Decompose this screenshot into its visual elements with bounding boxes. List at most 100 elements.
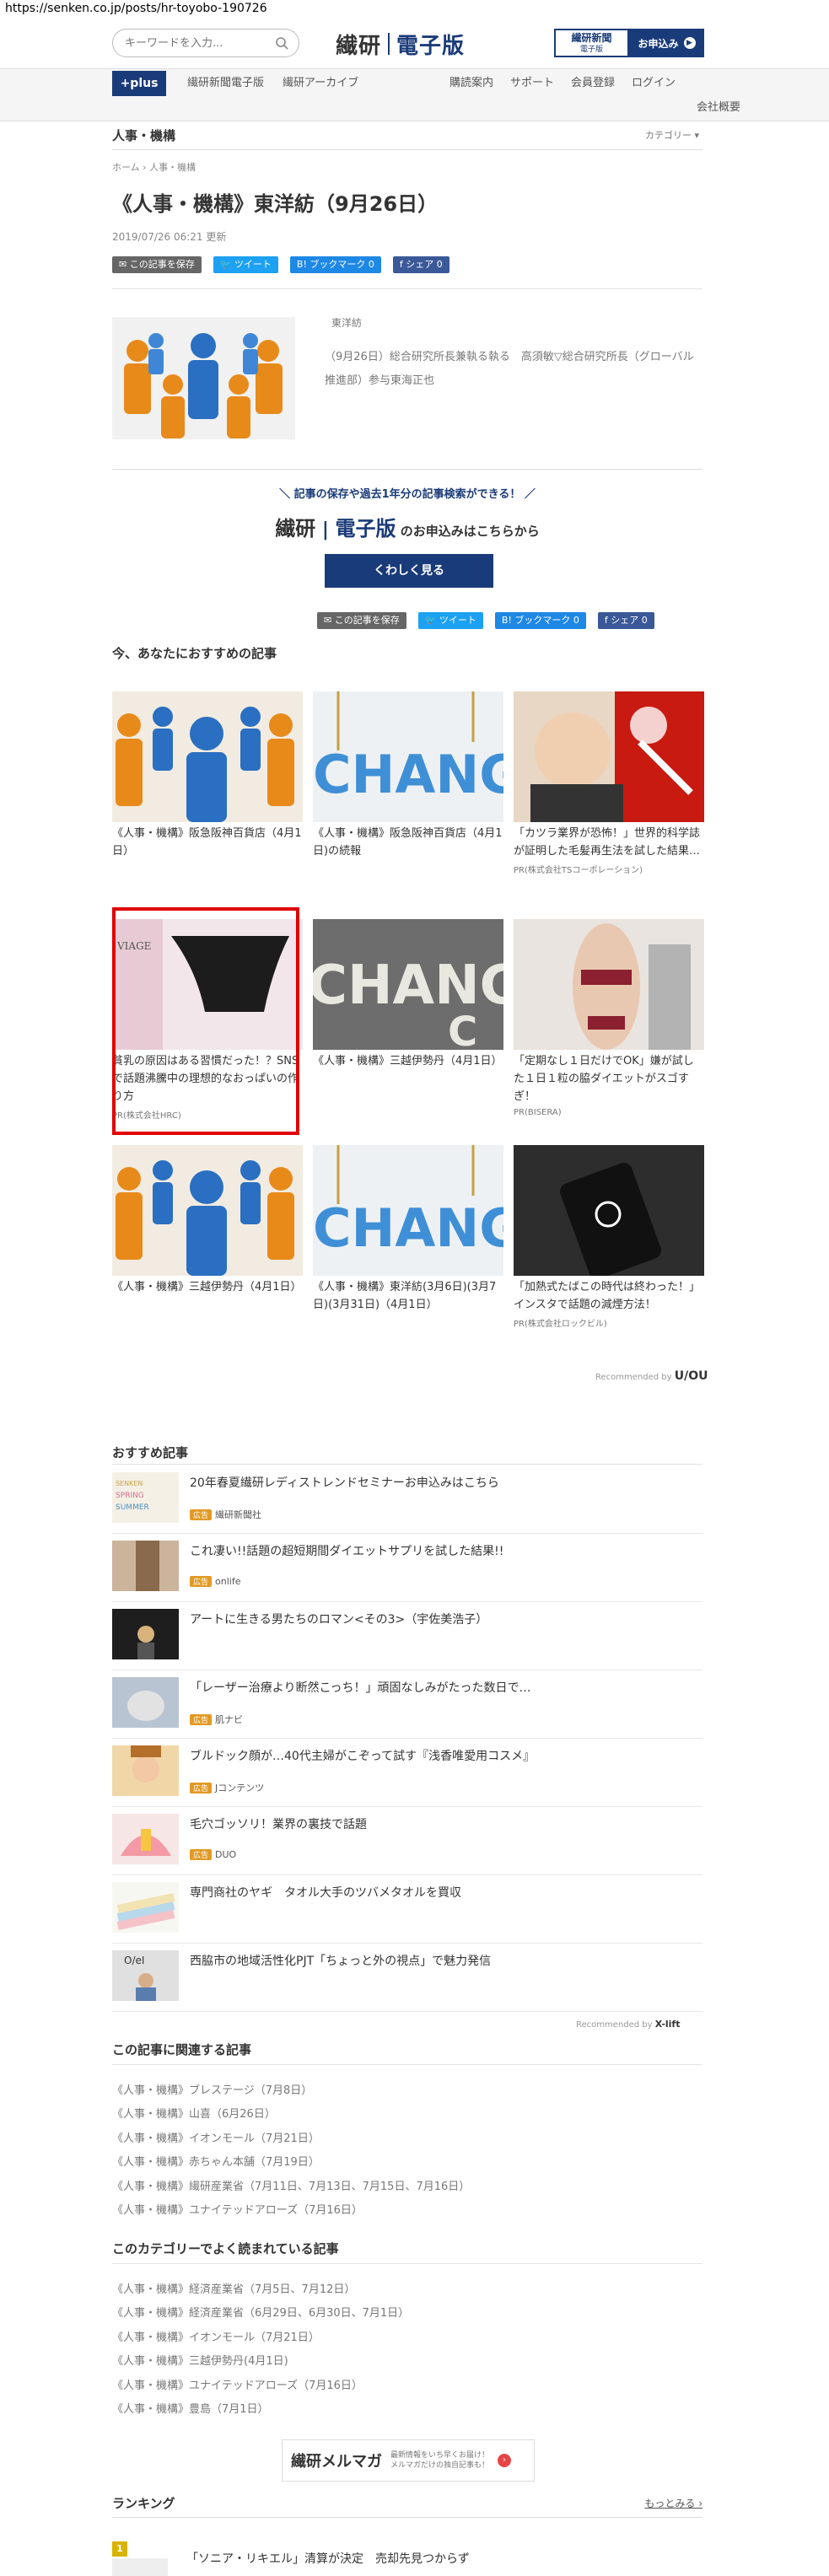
mailmag-banner[interactable]: 繊研メルマガ 最新情報をいち早くお届け！ メルマガだけの独自記事も！ › [282,2439,535,2482]
hatena-label: B! ブックマーク [296,259,366,270]
rec-card-image [514,919,704,1050]
plus-button[interactable]: +plus [112,71,166,96]
osusume-thumb [112,1814,179,1864]
osusume-thumb [112,1541,179,1591]
osusume-item-6[interactable]: 毛穴ゴッソリ！業界の裏技で話題 広告 DUO [112,1807,702,1875]
svg-text:SUMMER: SUMMER [116,1503,149,1512]
search-icon[interactable] [275,36,288,50]
related-item[interactable]: 《人事・機構》山喜（6月26日） [112,2103,470,2127]
hatena-button[interactable]: B! ブックマーク 0 [289,256,381,273]
osusume-thumb: O/eI [112,1950,179,2001]
hatena-button-2[interactable]: B! ブックマーク 0 [494,612,586,629]
rec-card-image: CHANG [313,691,503,822]
source-name: onlife [215,1576,241,1587]
search-box[interactable] [112,29,299,57]
nav-item-register[interactable]: 会員登録 [571,71,615,96]
article-title: 《人事・機構》東洋紡（9月26日） [112,192,439,216]
osusume-title: ブルドック顔が…40代主婦がこぞって試す『浅香唯愛用コスメ』 [190,1750,536,1763]
osusume-thumb [112,1609,179,1659]
rec-card-caption: 《人事・機構》三越伊勢丹（4月1日） [112,1281,302,1293]
promo-logo-line: 繊研 | 電子版 のお申込みはこちらから [275,516,540,540]
nav-item-company[interactable]: 会社概要 [697,98,740,118]
promo-logo-right: 電子版 [335,516,396,540]
save-article-button[interactable]: ✉ この記事を保存 [112,256,202,273]
search-input[interactable] [113,30,265,56]
rec-card-3[interactable]: 「カツラ業界が恐怖！」世界的科学誌が証明した毛髪再生法を試した結果… PR(株式… [514,691,704,875]
osusume-item-2[interactable]: これ凄い!!話題の超短期間ダイエットサプリを試した結果!! 広告 onlife [112,1534,702,1602]
rec-card-5[interactable]: CHANG C 《人事・機構》三越伊勢丹（4月1日） [313,919,503,1070]
rec-card-9[interactable]: 「加熱式たばこの時代は終わった！」インスタで話題の減煙方法！ PR(株式会社ロッ… [514,1145,704,1329]
nav-item-archive[interactable]: 繊研アーカイブ [283,71,358,96]
nav-left: 繊研新聞電子版 繊研アーカイブ [187,71,358,96]
popular-item[interactable]: 《人事・機構》豊島（7月1日） [112,2398,409,2422]
facebook-label: シェア [406,259,434,270]
tweet-button[interactable]: 🐦 ツイート [213,256,278,273]
popular-list: 《人事・機構》経済産業省（7月5日、7月12日） 《人事・機構》経済産業省（6月… [112,2278,409,2422]
related-item[interactable]: 《人事・機構》赤ちゃん本舗（7月19日） [112,2151,470,2175]
rec-card-2[interactable]: CHANG 《人事・機構》阪急阪神百貨店（4月1日)の続報 [313,691,503,860]
popular-item[interactable]: 《人事・機構》三越伊勢丹(4月1日) [112,2350,409,2374]
osusume-title: 専門商社のヤギ タオル大手のツバメタオルを買収 [190,1886,461,1900]
rec-card-1[interactable]: 《人事・機構》阪急阪神百貨店（4月1日） [112,691,303,860]
related-item[interactable]: 《人事・機構》ユナイテッドアローズ（7月16日） [112,2199,470,2223]
osusume-item-4[interactable]: 「レーザー治療より断然こっち！」頑固なしみがたった数日で… 広告 肌ナビ [112,1670,702,1739]
newspaper-button-sub: 電子版 [579,46,603,54]
popular-item[interactable]: 《人事・機構》イオンモール（7月21日） [112,2326,409,2350]
apply-button[interactable]: お申込み ▶ [629,29,704,57]
divider [112,288,702,289]
related-item[interactable]: 《人事・機構》イオンモール（7月21日） [112,2127,470,2151]
save-article-button-2[interactable]: ✉ この記事を保存 [317,612,406,629]
osusume-item-8[interactable]: O/eI 西脇市の地域活性化PJT「ちょっと外の視点」で魅力発信 [112,1944,702,2012]
nav-item-login[interactable]: ログイン [632,71,676,96]
facebook-share-button-2[interactable]: f シェア 0 [597,612,654,629]
category-dropdown[interactable]: カテゴリー ▾ [645,121,699,150]
uzou-logo[interactable]: U/OU [675,1369,708,1383]
nav-item-digital[interactable]: 繊研新聞電子版 [187,71,264,96]
svg-text:C: C [448,1008,477,1050]
nav-item-subscribe[interactable]: 購読案内 [449,71,493,96]
rec-card-pr: PR(株式会社ロックビル) [514,1320,607,1329]
promo-apply-text: のお申込みはこちらから [400,524,540,539]
breadcrumb-home[interactable]: ホーム [112,162,140,173]
osusume-item-5[interactable]: ブルドック顔が…40代主婦がこぞって試す『浅香唯愛用コスメ』 広告 Jコンテンツ [112,1739,702,1807]
ranking-more-link[interactable]: もっとみる › [644,2489,702,2518]
logo-left-text: 繊研 [336,33,382,59]
digital-promo: ＼ 記事の保存や過去1年分の記事検索ができる！ ／ 繊研 | 電子版 のお申込み… [112,469,702,594]
popular-item[interactable]: 《人事・機構》経済産業省（6月29日、6月30日、7月1日） [112,2302,409,2326]
recommended-by-label: Recommended by [595,1373,672,1382]
rec-card-image [112,1145,303,1276]
osusume-heading: おすすめ記事 [112,1445,189,1460]
rec-card-6[interactable]: 「定期なし１日だけでOK」嫌が試した１日１粒の脇ダイエットがスゴすぎ！ PR(B… [514,919,704,1117]
related-item[interactable]: 《人事・機構》繊研産業省（7月11日、7月13日、7月15日、7月16日） [112,2175,470,2199]
save-label: この記事を保存 [129,259,195,270]
site-header: 繊研 電子版 繊研新聞 電子版 お申込み ▶ [0,19,829,69]
xlift-logo[interactable]: X-lift [655,2019,681,2030]
hatena-count-2: 0 [573,615,579,626]
breadcrumb-category[interactable]: 人事・機構 [149,162,196,173]
tweet-button-2[interactable]: 🐦 ツイート [417,612,483,629]
osusume-item-3[interactable]: アートに生きる男たちのロマン<その3>（宇佐美浩子） [112,1602,702,1670]
nav-item-support[interactable]: サポート [510,71,554,96]
rec-card-image [112,691,303,822]
rec-card-7[interactable]: 《人事・機構》三越伊勢丹（4月1日） [112,1145,303,1296]
osusume-item-1[interactable]: SENKEN SPRING SUMMER 20年春夏繊研レディストレンドセミナーお申… [112,1465,702,1534]
ad-badge: 広告 [190,1576,213,1587]
site-logo[interactable]: 繊研 電子版 [336,28,465,60]
arrow-right-icon: ▶ [683,37,696,49]
osusume-thumb [112,1677,179,1728]
hatena-count: 0 [368,259,374,270]
facebook-share-button[interactable]: f シェア 0 [392,256,449,273]
promo-tagline-text: 記事の保存や過去1年分の記事検索ができる！ [293,488,521,501]
ranking-item-1[interactable]: 1 「ソニア・リキエル」清算が決定 売却先見つからず [112,2536,702,2576]
osusume-item-7[interactable]: 専門商社のヤギ タオル大手のツバメタオルを買収 [112,1875,702,1944]
ad-badge: 広告 [190,1849,213,1860]
logo-separator [388,33,390,55]
newspaper-digital-button[interactable]: 繊研新聞 電子版 [554,29,629,57]
promo-details-button[interactable]: くわしく見る [325,554,493,588]
popular-item[interactable]: 《人事・機構》ユナイテッドアローズ（7月16日） [112,2374,409,2398]
rec-card-8[interactable]: CHANG 《人事・機構》東洋紡(3月6日)(3月7日)(3月31日)（4月1日… [313,1145,503,1314]
osusume-source: 広告 Jコンテンツ [190,1781,264,1794]
related-item[interactable]: 《人事・機構》ブレステージ（7月8日） [112,2079,470,2103]
popular-item[interactable]: 《人事・機構》経済産業省（7月5日、7月12日） [112,2278,409,2302]
url-bar: https://senken.co.jp/posts/hr-toyobo-190… [5,2,267,15]
